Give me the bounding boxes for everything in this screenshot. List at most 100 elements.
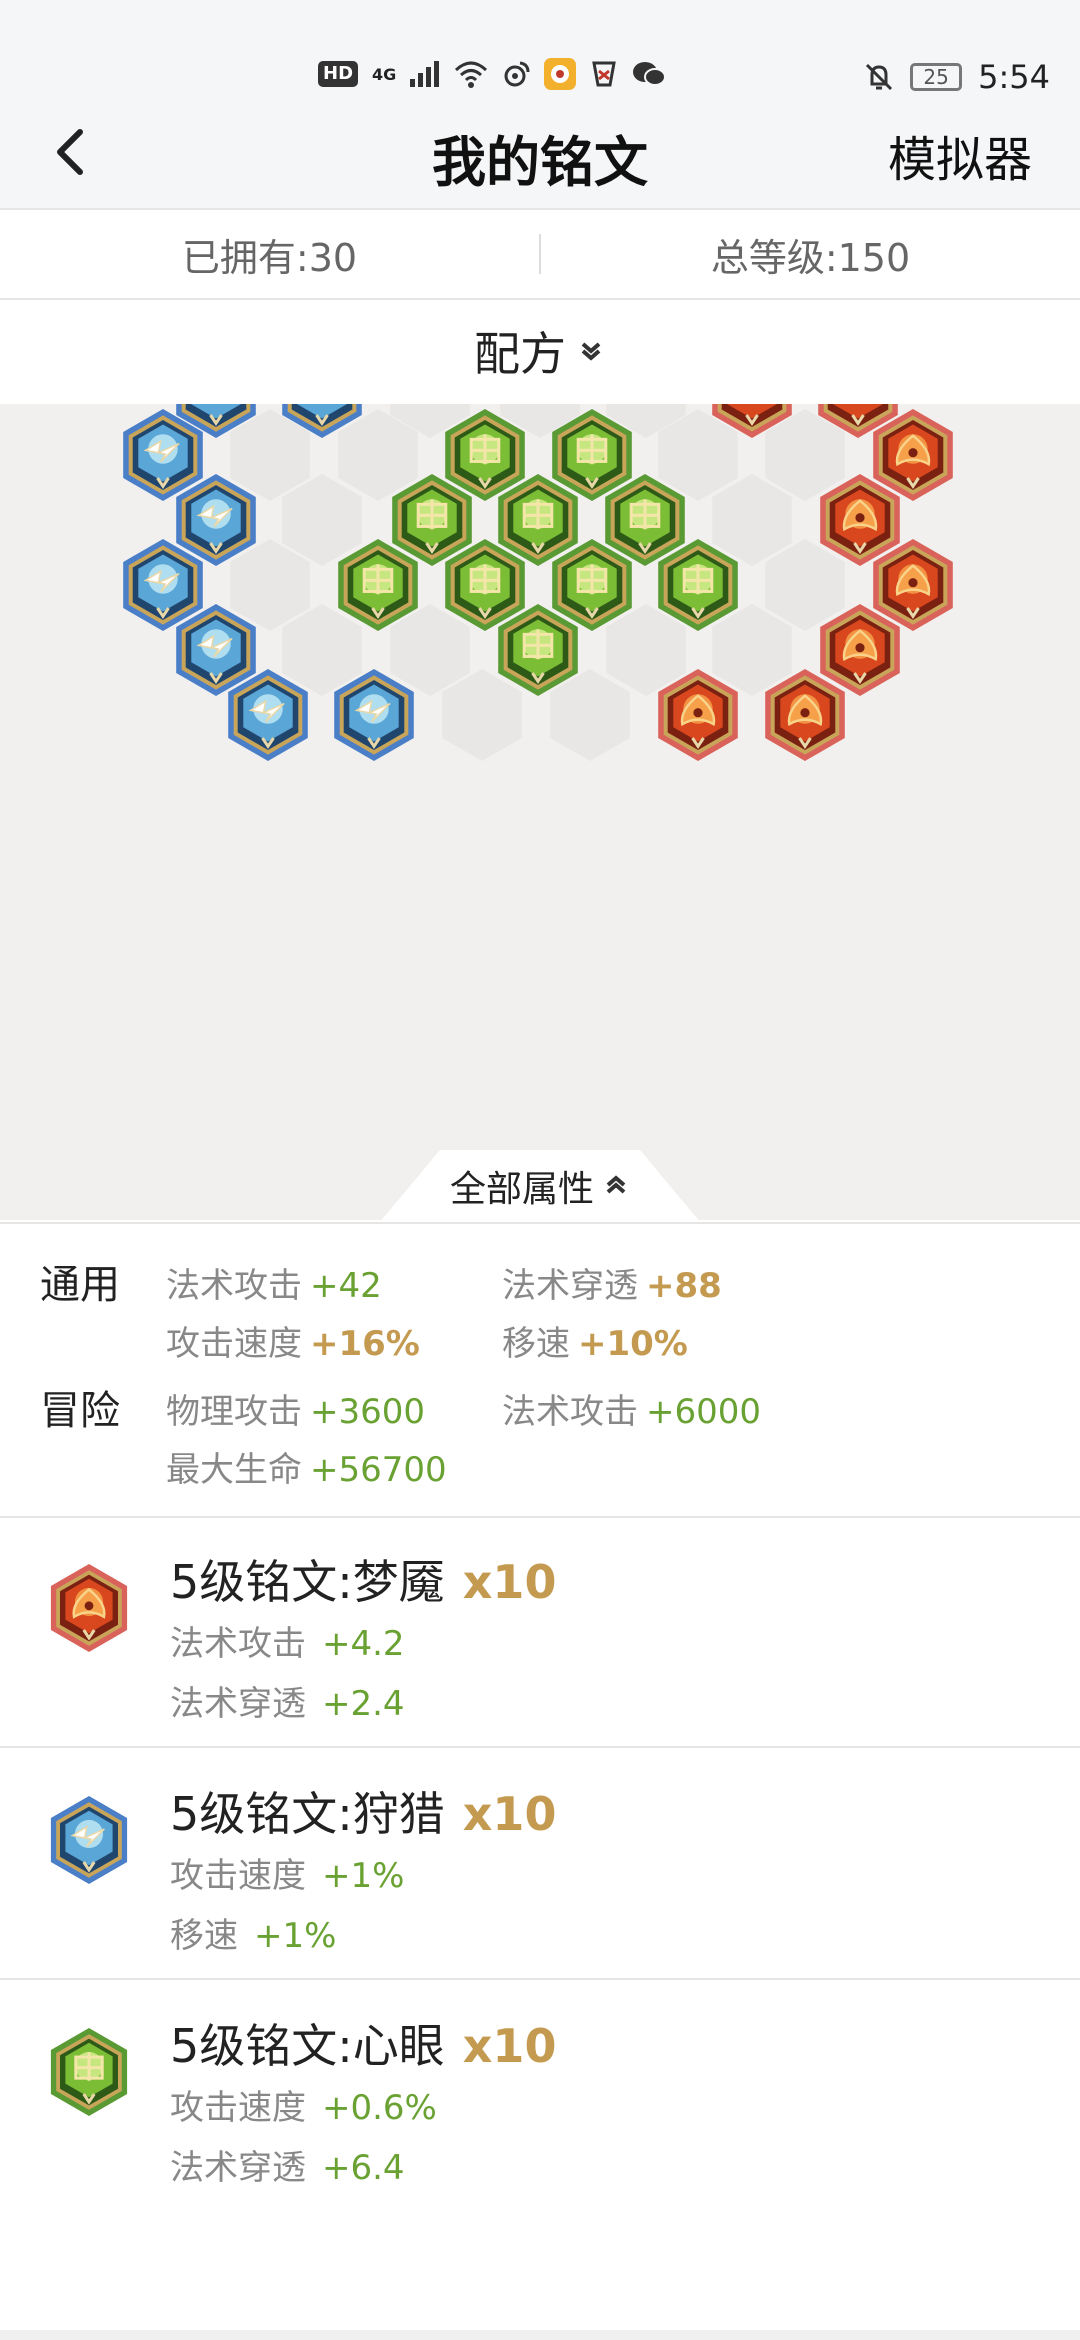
rune-insight[interactable]	[498, 604, 578, 696]
rune-count: x10	[462, 1787, 557, 1841]
stat-value: +56700	[310, 1450, 447, 1490]
rune-name: 5级铭文:狩猎	[170, 1787, 445, 1841]
battery-icon: 25	[910, 63, 963, 91]
rune-hunt-icon[interactable]	[50, 1796, 128, 1884]
rune-nightmare[interactable]	[873, 409, 953, 501]
stat-value: +10%	[578, 1324, 688, 1364]
attr-value: +1%	[254, 1916, 337, 1956]
rune-hunt[interactable]	[334, 669, 414, 761]
signal-icon	[410, 61, 440, 87]
stat-name: 移速	[502, 1324, 570, 1364]
attr-name: 攻击速度	[170, 2088, 306, 2128]
rune-insight-icon[interactable]	[50, 2028, 128, 2116]
stat-name: 攻击速度	[166, 1324, 302, 1364]
stat-name: 法术攻击	[502, 1392, 638, 1432]
rune-list-item-blue[interactable]: 5级铭文:狩猎 x10 攻击速度 +1% 移速 +1%	[0, 1748, 1080, 1980]
stat-name: 最大生命	[166, 1450, 302, 1490]
all-attributes-toggle[interactable]: 全部属性	[380, 1150, 700, 1222]
stat-name: 法术攻击	[166, 1266, 302, 1306]
stat-name: 物理攻击	[166, 1392, 302, 1432]
stat-item: 法术攻击 +42	[166, 1258, 382, 1307]
rune-summary: 已拥有:30 总等级:150	[0, 208, 1080, 300]
rune-attr: 移速 +1%	[170, 1908, 336, 1957]
rune-title: 5级铭文:梦魇 x10	[170, 1546, 556, 1612]
rune-hunt[interactable]	[176, 604, 256, 696]
rune-attr: 攻击速度 +0.6%	[170, 2080, 437, 2129]
rune-board-canvas	[123, 404, 953, 761]
stat-name: 法术穿透	[502, 1266, 638, 1306]
stat-value: +88	[646, 1266, 722, 1306]
recipe-label: 配方	[474, 327, 566, 381]
rune-list-item-red[interactable]: 5级铭文:梦魇 x10 法术攻击 +4.2 法术穿透 +2.4	[0, 1516, 1080, 1748]
empty-rune-slot[interactable]	[282, 604, 362, 696]
attributes-panel: 通用 法术攻击 +42 法术穿透 +88 攻击速度 +16% 移速 +10% 冒险 物理…	[0, 1222, 1080, 1518]
rune-nightmare[interactable]	[765, 669, 845, 761]
empty-rune-slot[interactable]	[442, 669, 522, 761]
stat-item: 物理攻击 +3600	[166, 1384, 425, 1433]
empty-rune-slot[interactable]	[550, 669, 630, 761]
stat-item: 最大生命 +56700	[166, 1442, 447, 1491]
status-right: 25 5:54	[864, 58, 1050, 96]
rune-insight[interactable]	[338, 539, 418, 631]
stat-value: +3600	[310, 1392, 426, 1432]
rune-attr: 法术攻击 +4.2	[170, 1616, 405, 1665]
status-bar: HD 4G 25 5:54	[0, 0, 1080, 110]
rune-insight[interactable]	[658, 539, 738, 631]
rune-count: x10	[462, 1555, 557, 1609]
total-level: 总等级:150	[710, 235, 911, 280]
rune-attr: 法术穿透 +6.4	[170, 2140, 405, 2189]
rune-nightmare[interactable]	[820, 474, 900, 566]
all-attributes-label: 全部属性	[449, 1169, 594, 1210]
rune-insight[interactable]	[445, 409, 525, 501]
rune-nightmare[interactable]	[820, 604, 900, 696]
rune-insight[interactable]	[498, 474, 578, 566]
attr-value: +0.6%	[322, 2088, 437, 2128]
rune-nightmare[interactable]	[873, 539, 953, 631]
empty-rune-slot[interactable]	[282, 474, 362, 566]
app-icon-2	[592, 61, 617, 87]
clock: 5:54	[978, 58, 1050, 96]
empty-rune-slot[interactable]	[606, 604, 686, 696]
app-icon	[544, 58, 577, 90]
rune-hunt[interactable]	[228, 669, 308, 761]
rune-name: 5级铭文:梦魇	[170, 1555, 445, 1609]
rune-icon-green	[44, 2020, 134, 2128]
attr-name: 移速	[170, 1916, 238, 1956]
chevron-down-icon	[581, 342, 601, 361]
empty-rune-slot[interactable]	[390, 604, 470, 696]
chevron-up-icon	[606, 1175, 626, 1194]
recipe-dropdown[interactable]: 配方	[0, 298, 1080, 404]
stat-item: 法术攻击 +6000	[502, 1384, 761, 1433]
stat-value: +6000	[646, 1392, 762, 1432]
wifi-icon	[455, 61, 488, 88]
rune-insight[interactable]	[445, 539, 525, 631]
rune-insight[interactable]	[552, 539, 632, 631]
rune-hunt[interactable]	[123, 539, 203, 631]
empty-rune-slot[interactable]	[712, 474, 792, 566]
attr-value: +6.4	[322, 2148, 405, 2188]
rune-insight[interactable]	[392, 474, 472, 566]
wechat-icon	[633, 62, 667, 86]
attr-value: +1%	[322, 1856, 405, 1896]
empty-rune-slot[interactable]	[712, 604, 792, 696]
empty-rune-slot[interactable]	[230, 539, 310, 631]
rune-icon-red	[44, 1556, 134, 1664]
rune-hunt[interactable]	[176, 474, 256, 566]
rune-count: x10	[462, 2019, 557, 2073]
attr-name: 法术攻击	[170, 1624, 306, 1664]
attr-value: +4.2	[322, 1624, 405, 1664]
rune-nightmare[interactable]	[658, 669, 738, 761]
group-general-label: 通用	[40, 1262, 120, 1308]
simulator-button[interactable]: 模拟器	[888, 120, 1032, 190]
rune-title: 5级铭文:狩猎 x10	[170, 1778, 556, 1844]
rune-list-item-green[interactable]: 5级铭文:心眼 x10 攻击速度 +0.6% 法术穿透 +6.4	[0, 1980, 1080, 2210]
attr-value: +2.4	[322, 1684, 405, 1724]
empty-rune-slot[interactable]	[765, 539, 845, 631]
group-adventure-label: 冒险	[40, 1388, 120, 1434]
rune-name: 5级铭文:心眼	[170, 2019, 445, 2073]
rune-insight[interactable]	[605, 474, 685, 566]
rune-nightmare-icon[interactable]	[50, 1564, 128, 1652]
rune-title: 5级铭文:心眼 x10	[170, 2010, 556, 2076]
rune-icon-blue	[44, 1788, 134, 1896]
rune-board	[0, 404, 1080, 1220]
